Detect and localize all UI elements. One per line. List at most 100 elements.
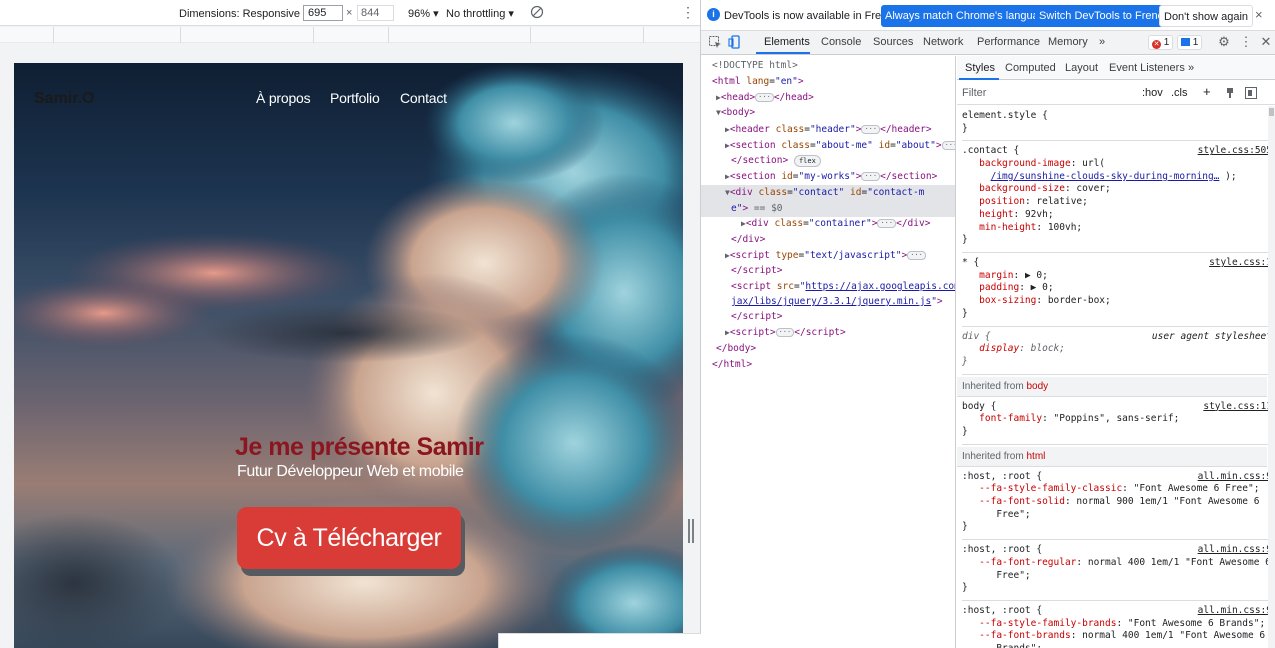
messages-badge[interactable]: 1 xyxy=(1177,35,1203,50)
info-icon: i xyxy=(707,8,720,21)
class-toggle[interactable]: .cls xyxy=(1171,87,1188,99)
tab-computed[interactable]: Computed xyxy=(1005,62,1056,74)
hero-subtitle: Futur Développeur Web et mobile xyxy=(237,463,464,480)
dom-node-line[interactable]: </section> flex xyxy=(731,153,821,169)
inspect-element-icon[interactable] xyxy=(708,35,722,49)
message-icon xyxy=(1181,38,1190,46)
inherited-section-header: Inherited from html xyxy=(957,446,1267,467)
dom-node-line[interactable]: ▼<div class="contact" id="contact-m xyxy=(701,185,955,201)
dom-node-line[interactable]: <!DOCTYPE html> xyxy=(712,58,798,74)
css-rule[interactable]: :host, :root { --fa-font-regular: normal… xyxy=(962,542,1272,601)
device-viewport: Dimensions: Responsive ▾ 695 × 844 96% ▾… xyxy=(0,0,823,648)
css-rule[interactable]: .contact { background-image: url( /img/s… xyxy=(962,143,1272,253)
device-toolbar: Dimensions: Responsive ▾ 695 × 844 96% ▾… xyxy=(0,0,700,26)
css-rule[interactable]: :host, :root { --fa-style-family-brands:… xyxy=(962,603,1272,648)
infobar-message: DevTools is now available in French! xyxy=(724,10,902,22)
tab-console[interactable]: Console xyxy=(821,36,861,48)
rotate-icon[interactable] xyxy=(530,5,544,19)
active-style-tab-indicator xyxy=(959,78,999,80)
user-agent-label: user agent stylesheet xyxy=(1151,330,1272,342)
tab-elements[interactable]: Elements xyxy=(764,36,810,48)
width-input[interactable]: 695 xyxy=(303,5,343,21)
tab-sources[interactable]: Sources xyxy=(873,36,913,48)
hero-title: Je me présente Samir xyxy=(235,433,484,461)
dom-node-line[interactable]: <html lang="en"> xyxy=(712,74,804,90)
toggle-sidebar-icon[interactable] xyxy=(1245,87,1257,99)
css-rule[interactable]: :host, :root { --fa-style-family-classic… xyxy=(962,469,1272,541)
styles-scrollbar[interactable] xyxy=(1268,106,1275,648)
dom-node-line[interactable]: ▶<script type="text/javascript"> ··· xyxy=(725,248,926,264)
tab-layout[interactable]: Layout xyxy=(1065,62,1098,74)
errors-badge[interactable]: ✕ 1 xyxy=(1148,35,1174,50)
dom-node-line[interactable]: </div> xyxy=(731,232,765,248)
styles-tabbar: Styles Computed Layout Event Listeners » xyxy=(957,56,1275,80)
more-options-icon[interactable]: ⋮ xyxy=(1239,35,1253,49)
download-cv-button[interactable]: Cv à Télécharger xyxy=(237,507,461,569)
dom-node-line[interactable]: ▶<script> ··· </script> xyxy=(725,325,846,341)
height-input[interactable]: 844 xyxy=(357,5,394,21)
more-style-tabs-chevron-icon[interactable]: » xyxy=(1188,62,1194,74)
rule-source-link[interactable]: all.min.css:9 xyxy=(1198,544,1272,557)
device-menu-icon[interactable]: ⋮ xyxy=(681,4,695,20)
match-language-button[interactable]: Always match Chrome's language xyxy=(881,5,1055,27)
css-rule[interactable]: * { margin: ▶ 0; padding: ▶ 0; box-sizin… xyxy=(962,255,1272,327)
rule-source-link[interactable]: style.css:1 xyxy=(1209,257,1272,270)
dom-node-line[interactable]: e"> == $0 xyxy=(701,201,955,217)
css-rule[interactable]: body { font-family: "Poppins", sans-seri… xyxy=(962,399,1272,445)
device-toolbar-icon[interactable] xyxy=(728,35,742,49)
devtools-tabbar: Elements Console Sources Network Perform… xyxy=(701,31,1275,55)
dom-node-line[interactable]: ▶<section class="about-me" id="about"> ··… xyxy=(725,138,955,154)
dom-node-line[interactable]: </body> xyxy=(716,341,756,357)
rule-source-link[interactable]: style.css:505 xyxy=(1198,145,1272,158)
language-infobar: i DevTools is now available in French! A… xyxy=(701,0,1275,31)
new-rule-plus-icon[interactable]: + xyxy=(1203,84,1211,99)
styles-filter-input[interactable]: Filter xyxy=(962,87,986,99)
viewport-resize-handle[interactable] xyxy=(688,519,694,543)
dom-tree[interactable]: <!DOCTYPE html> <html lang="en"> ▶<head> ··… xyxy=(701,56,956,648)
rule-source-link[interactable]: all.min.css:9 xyxy=(1198,605,1272,618)
webpage-preview: Samir.O À propos Portfolio Contact Je me… xyxy=(14,63,683,648)
media-query-bar xyxy=(0,27,700,43)
error-icon: ✕ xyxy=(1152,40,1161,49)
tab-performance[interactable]: Performance xyxy=(977,36,1040,48)
nav-link-contact[interactable]: Contact xyxy=(400,90,447,106)
tab-network[interactable]: Network xyxy=(923,36,963,48)
dom-node-line[interactable]: jax/libs/jquery/3.3.1/jquery.min.js"> xyxy=(731,294,943,310)
dom-node-line[interactable]: <script src="https://ajax.googleapis.com… xyxy=(731,279,955,295)
css-rule[interactable]: div { display: block;} user agent stylesh… xyxy=(962,329,1272,375)
dom-node-line[interactable]: ▶<head> ··· </head> xyxy=(716,90,814,106)
styles-pane: Styles Computed Layout Event Listeners »… xyxy=(957,56,1275,648)
dom-node-line[interactable]: ▶<div class="container"> ··· </div> xyxy=(741,216,930,232)
site-brand[interactable]: Samir.O xyxy=(34,90,94,108)
dont-show-again-button[interactable]: Don't show again xyxy=(1159,5,1254,27)
dom-node-line[interactable]: </script> xyxy=(731,309,782,325)
hover-state-toggle[interactable]: :hov xyxy=(1142,87,1163,99)
dom-node-line[interactable]: </html> xyxy=(712,357,752,373)
dimensions-select[interactable]: Dimensions: Responsive ▾ xyxy=(179,7,309,20)
nav-link-about[interactable]: À propos xyxy=(256,90,311,106)
devtools-panel: i DevTools is now available in French! A… xyxy=(701,0,1275,648)
inherited-section-header: Inherited from body xyxy=(957,376,1267,397)
times-label: × xyxy=(346,7,353,19)
settings-gear-icon[interactable]: ⚙ xyxy=(1217,35,1231,49)
styles-filter-bar: Filter :hov .cls + xyxy=(957,81,1275,105)
close-devtools-icon[interactable]: ✕ xyxy=(1259,35,1273,49)
dom-node-line[interactable]: ▶<header class="header"> ··· </header> xyxy=(725,122,932,138)
dom-node-line[interactable]: ▶<section id="my-works"> ··· </section> xyxy=(725,169,937,185)
dom-node-line[interactable]: </script> xyxy=(731,263,782,279)
active-tab-indicator xyxy=(756,52,810,54)
tab-memory[interactable]: Memory xyxy=(1048,36,1088,48)
rule-source-link[interactable]: style.css:11 xyxy=(1203,401,1272,414)
close-icon[interactable]: × xyxy=(1255,7,1263,22)
paint-brush-icon[interactable] xyxy=(1224,87,1236,99)
rule-source-link[interactable]: all.min.css:9 xyxy=(1198,471,1272,484)
nav-link-portfolio[interactable]: Portfolio xyxy=(330,90,380,106)
tab-styles[interactable]: Styles xyxy=(965,62,995,74)
switch-french-button[interactable]: Switch DevTools to French xyxy=(1035,5,1174,27)
dom-node-line[interactable]: ▼<body> xyxy=(716,105,755,121)
more-tabs-chevron-icon[interactable]: » xyxy=(1099,36,1105,48)
zoom-select[interactable]: 96% ▾ xyxy=(408,7,439,20)
css-rule[interactable]: element.style {} xyxy=(962,108,1272,142)
throttling-select[interactable]: No throttling ▾ xyxy=(446,7,514,20)
tab-event-listeners[interactable]: Event Listeners xyxy=(1109,62,1185,74)
